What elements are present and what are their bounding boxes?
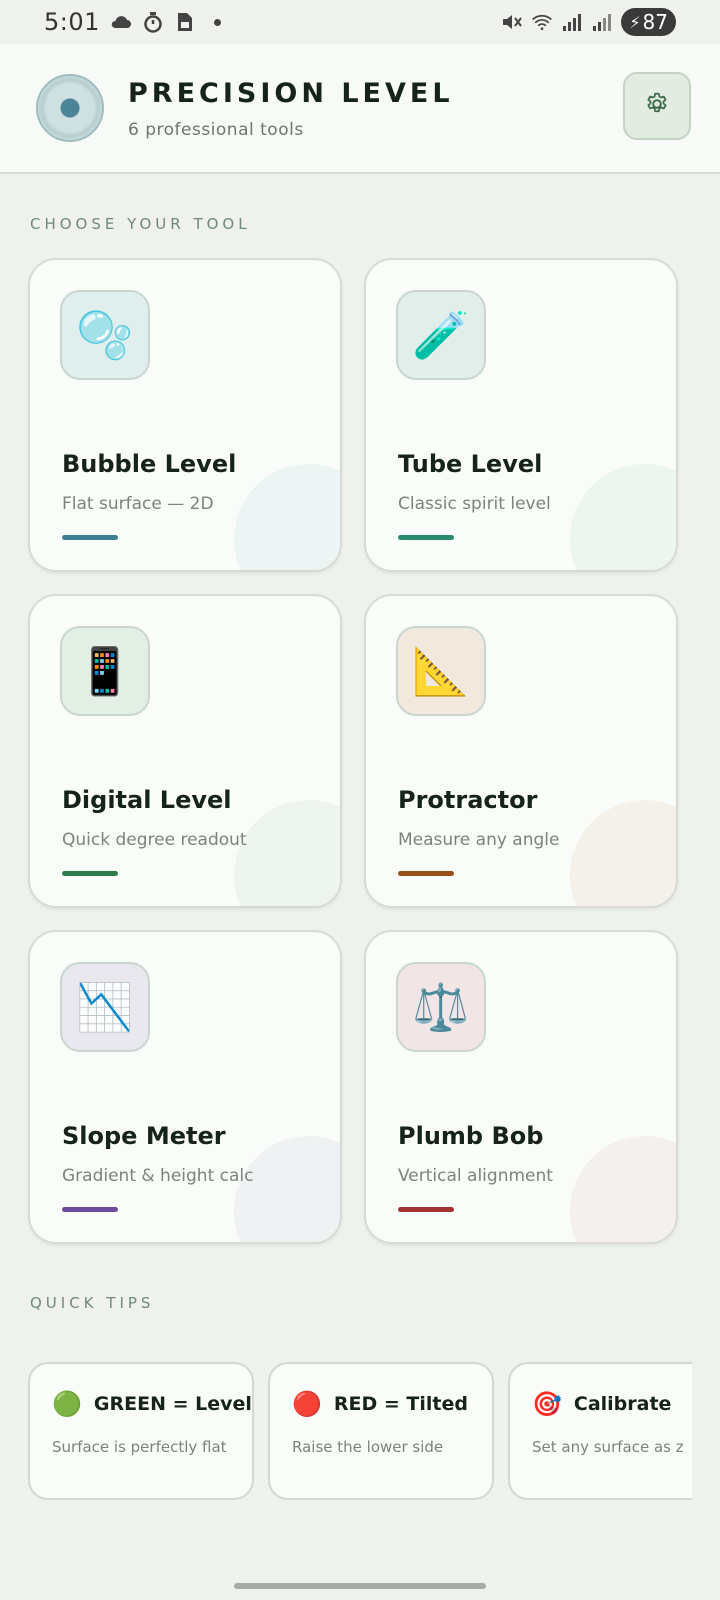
- tool-name: Digital Level: [62, 786, 232, 814]
- tool-description: Vertical alignment: [398, 1166, 553, 1186]
- tip-title-row: 🟢 GREEN = Level: [52, 1390, 252, 1418]
- tool-description: Gradient & height calc: [62, 1166, 254, 1186]
- tool-description: Flat surface — 2D: [62, 494, 214, 514]
- test-tube-icon: 🧪: [396, 290, 486, 380]
- card-decoration: [570, 1136, 676, 1242]
- tip-title: Calibrate: [573, 1393, 672, 1415]
- home-indicator[interactable]: [234, 1583, 486, 1589]
- balance-scale-icon: ⚖️: [396, 962, 486, 1052]
- quick-tips-carousel[interactable]: 🟢 GREEN = Level Surface is perfectly fla…: [28, 1362, 692, 1502]
- tool-description: Measure any angle: [398, 830, 560, 850]
- gear-icon: [644, 91, 670, 121]
- tips-section-label: QUICK TIPS: [30, 1294, 155, 1312]
- charging-bolt-icon: ⚡: [629, 12, 641, 32]
- tool-accent-bar: [398, 535, 454, 540]
- page-subtitle: 6 professional tools: [128, 120, 304, 140]
- bubble-level-logo-icon: [36, 74, 104, 142]
- tip-title: RED = Tilted: [333, 1393, 468, 1415]
- settings-button[interactable]: [623, 72, 691, 140]
- mute-icon: [501, 11, 523, 33]
- tool-name: Bubble Level: [62, 450, 237, 478]
- status-left: 5:01: [44, 8, 221, 36]
- card-decoration: [570, 800, 676, 906]
- tip-title-row: 🎯 Calibrate: [532, 1390, 671, 1418]
- card-decoration: [234, 464, 340, 570]
- tool-accent-bar: [398, 871, 454, 876]
- tip-card-red-tilted[interactable]: 🔴 RED = Tilted Raise the lower side: [268, 1362, 494, 1500]
- bubbles-icon: 🫧: [60, 290, 150, 380]
- tool-description: Quick degree readout: [62, 830, 247, 850]
- page-title: PRECISION LEVEL: [128, 78, 454, 109]
- more-notifications-dot: [213, 18, 221, 26]
- tool-accent-bar: [62, 1207, 118, 1212]
- tool-name: Tube Level: [398, 450, 543, 478]
- status-bar: 5:01 ⚡ 87: [0, 0, 720, 44]
- sim-card-icon: [174, 11, 196, 33]
- app-header: PRECISION LEVEL 6 professional tools: [0, 44, 720, 174]
- timer-icon: [142, 11, 164, 33]
- tool-card-plumb-bob[interactable]: ⚖️ Plumb Bob Vertical alignment: [364, 930, 678, 1244]
- card-decoration: [234, 800, 340, 906]
- tool-card-protractor[interactable]: 📐 Protractor Measure any angle: [364, 594, 678, 908]
- green-circle-icon: 🟢: [52, 1390, 82, 1418]
- battery-indicator: ⚡ 87: [621, 8, 676, 36]
- tool-accent-bar: [62, 535, 118, 540]
- tool-card-slope-meter[interactable]: 📉 Slope Meter Gradient & height calc: [28, 930, 342, 1244]
- card-decoration: [570, 464, 676, 570]
- tip-text: Set any surface as z: [532, 1438, 684, 1456]
- triangular-ruler-icon: 📐: [396, 626, 486, 716]
- card-decoration: [234, 1136, 340, 1242]
- tool-name: Plumb Bob: [398, 1122, 544, 1150]
- target-icon: 🎯: [532, 1390, 562, 1418]
- status-time: 5:01: [44, 8, 100, 36]
- tool-accent-bar: [62, 871, 118, 876]
- tip-text: Raise the lower side: [292, 1438, 444, 1456]
- cloud-notification-icon: [110, 11, 132, 33]
- tools-section-label: CHOOSE YOUR TOOL: [30, 215, 251, 233]
- status-right: ⚡ 87: [501, 8, 676, 36]
- signal-r-icon: [561, 11, 583, 33]
- tool-name: Protractor: [398, 786, 538, 814]
- battery-level: 87: [642, 10, 668, 34]
- chart-decreasing-icon: 📉: [60, 962, 150, 1052]
- tool-card-tube-level[interactable]: 🧪 Tube Level Classic spirit level: [364, 258, 678, 572]
- tip-card-green-level[interactable]: 🟢 GREEN = Level Surface is perfectly fla…: [28, 1362, 254, 1500]
- tool-name: Slope Meter: [62, 1122, 226, 1150]
- mobile-phone-icon: 📱: [60, 626, 150, 716]
- tip-card-calibrate[interactable]: 🎯 Calibrate Set any surface as z: [508, 1362, 692, 1500]
- red-circle-icon: 🔴: [292, 1390, 322, 1418]
- tool-card-bubble-level[interactable]: 🫧 Bubble Level Flat surface — 2D: [28, 258, 342, 572]
- tip-text: Surface is perfectly flat: [52, 1438, 227, 1456]
- tip-title: GREEN = Level: [93, 1393, 252, 1415]
- tool-description: Classic spirit level: [398, 494, 551, 514]
- tip-title-row: 🔴 RED = Tilted: [292, 1390, 468, 1418]
- tool-card-digital-level[interactable]: 📱 Digital Level Quick degree readout: [28, 594, 342, 908]
- tool-accent-bar: [398, 1207, 454, 1212]
- wifi-icon: [531, 11, 553, 33]
- signal-icon: [591, 11, 613, 33]
